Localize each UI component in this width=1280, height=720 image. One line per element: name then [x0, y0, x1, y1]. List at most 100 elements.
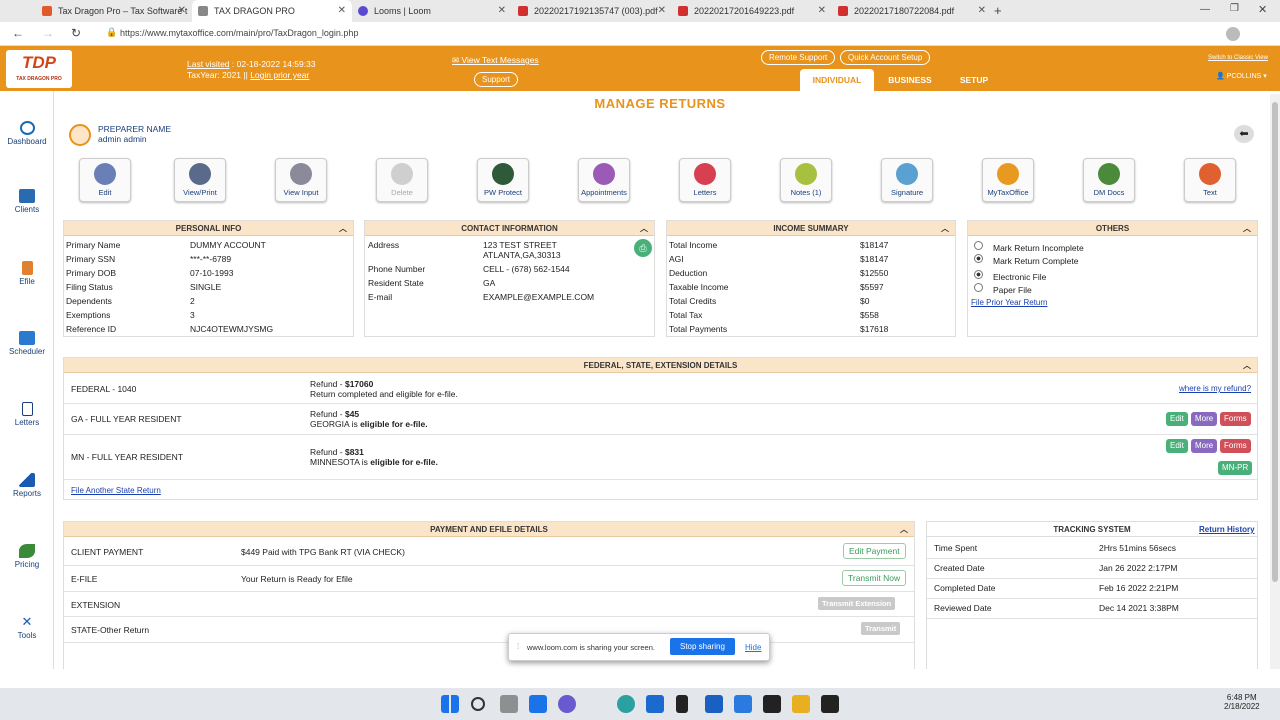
last-visited-label[interactable]: Last visited	[187, 59, 230, 69]
new-tab-icon[interactable]: +	[994, 3, 1002, 18]
browser-tab[interactable]: 20220217192135747 (003).pdf ✕	[512, 0, 672, 22]
clock[interactable]: 6:48 PM 2/18/2022	[1224, 693, 1260, 711]
income-field-label: AGI	[669, 254, 684, 264]
quick-account-setup-button[interactable]: Quick Account Setup	[840, 50, 931, 65]
drag-handle-icon[interactable]: ⁞	[517, 642, 519, 651]
nav-scheduler[interactable]: Scheduler	[0, 331, 54, 356]
dropbox-icon[interactable]	[734, 695, 752, 713]
profile-avatar[interactable]	[1226, 27, 1240, 41]
collapse-icon[interactable]: ︿	[941, 221, 949, 236]
scrollbar-thumb[interactable]	[1272, 102, 1278, 582]
remote-support-button[interactable]: Remote Support	[761, 50, 836, 65]
close-window-icon[interactable]: ✕	[1258, 3, 1267, 16]
transmit-now-button[interactable]: Transmit Now	[842, 570, 907, 586]
tdp-logo[interactable]: TDP TAX DRAGON PRO	[6, 50, 72, 88]
classic-view-link[interactable]: Switch to Classic View	[1208, 55, 1268, 61]
collapse-icon[interactable]: ︿	[339, 221, 347, 236]
widgets-icon[interactable]	[529, 695, 547, 713]
app-icon[interactable]	[821, 695, 839, 713]
nav-pricing[interactable]: Pricing	[0, 544, 54, 569]
refresh-icon[interactable]: ↻	[71, 26, 81, 40]
transmit-button[interactable]: Transmit	[861, 622, 901, 635]
toolbar-button-edit[interactable]: Edit	[79, 158, 131, 202]
ga-more-button[interactable]: More	[1191, 412, 1218, 426]
tab-business[interactable]: BUSINESS	[880, 69, 940, 91]
nav-tools[interactable]: ✕ Tools	[0, 615, 54, 641]
nav-efile[interactable]: Efile	[0, 261, 54, 286]
nav-clients[interactable]: Clients	[0, 189, 54, 214]
collapse-icon[interactable]: ︿	[640, 221, 648, 236]
toolbar-button-appointments[interactable]: Appointments	[578, 158, 630, 202]
incomplete-radio[interactable]	[974, 241, 983, 250]
folder-icon[interactable]	[792, 695, 810, 713]
close-icon[interactable]: ✕	[658, 5, 666, 16]
close-icon[interactable]: ✕	[498, 5, 506, 16]
browser-tab[interactable]: 20220217201649223.pdf ✕	[672, 0, 832, 22]
close-icon[interactable]: ✕	[978, 5, 986, 16]
stop-sharing-button[interactable]: Stop sharing	[670, 638, 735, 655]
browser-tab-active[interactable]: TAX DRAGON PRO ✕	[192, 0, 352, 22]
toolbar-button-notes-1[interactable]: Notes (1)	[780, 158, 832, 202]
tab-setup[interactable]: SETUP	[950, 69, 998, 91]
ga-edit-button[interactable]: Edit	[1166, 412, 1188, 426]
maximize-icon[interactable]: ❐	[1230, 3, 1239, 14]
edit-payment-button[interactable]: Edit Payment	[843, 543, 906, 559]
toolbar-button-text[interactable]: Text	[1184, 158, 1236, 202]
view-text-messages-link[interactable]: ✉ View Text Messages	[452, 55, 539, 66]
mn-forms-button[interactable]: Forms	[1220, 439, 1251, 453]
mn-pr-button[interactable]: MN-PR	[1218, 461, 1253, 475]
browser-tab[interactable]: Tax Dragon Pro – Tax Software t ✕	[36, 0, 192, 22]
chat-icon[interactable]	[558, 695, 576, 713]
mn-more-button[interactable]: More	[1191, 439, 1218, 453]
transmit-extension-button[interactable]: Transmit Extension	[818, 597, 896, 610]
task-view-icon[interactable]	[500, 695, 518, 713]
complete-radio[interactable]	[974, 254, 983, 263]
close-icon[interactable]: ✕	[178, 5, 186, 16]
where-is-my-refund-link[interactable]: where is my refund?	[1179, 384, 1251, 393]
nav-reports[interactable]: Reports	[0, 473, 54, 498]
edge-icon[interactable]	[617, 695, 635, 713]
print-icon[interactable]: ⎙	[634, 239, 652, 257]
nav-dashboard[interactable]: Dashboard	[0, 121, 54, 146]
toolbar-button-signature[interactable]: Signature	[881, 158, 933, 202]
mn-edit-button[interactable]: Edit	[1166, 439, 1188, 453]
search-icon[interactable]	[471, 697, 485, 711]
return-history-link[interactable]: Return History	[1199, 525, 1255, 534]
outlook-icon[interactable]	[705, 695, 723, 713]
nav-letters[interactable]: Letters	[0, 402, 54, 427]
paperfile-radio[interactable]	[974, 283, 983, 292]
ga-forms-button[interactable]: Forms	[1220, 412, 1251, 426]
app-icon[interactable]	[676, 695, 688, 713]
file-prior-year-link[interactable]: File Prior Year Return	[971, 298, 1047, 307]
collapse-icon[interactable]: ︿	[1243, 221, 1251, 236]
toolbar-button-pw-protect[interactable]: PW Protect	[477, 158, 529, 202]
mail-icon[interactable]	[646, 695, 664, 713]
user-menu[interactable]: 👤 PCOLLINS ▾	[1216, 72, 1267, 80]
browser-tab[interactable]: Looms | Loom ✕	[352, 0, 512, 22]
back-arrow-icon[interactable]: ⬅	[1234, 125, 1254, 143]
collapse-icon[interactable]: ︿	[900, 522, 908, 537]
close-icon[interactable]: ✕	[818, 5, 826, 16]
hide-button[interactable]: Hide	[745, 643, 761, 652]
toolbar-button-view-print[interactable]: View/Print	[174, 158, 226, 202]
page-scrollbar[interactable]	[1270, 94, 1280, 669]
amazon-icon[interactable]	[763, 695, 781, 713]
efile-radio[interactable]	[974, 270, 983, 279]
back-icon[interactable]: ←	[12, 26, 24, 40]
minimize-icon[interactable]: —	[1200, 4, 1210, 15]
forward-icon[interactable]: →	[42, 26, 54, 40]
support-button[interactable]: Support	[474, 72, 519, 87]
toolbar-button-view-input[interactable]: View Input	[275, 158, 327, 202]
login-prior-year-link[interactable]: Login prior year	[250, 70, 309, 80]
toolbar-button-delete[interactable]: Delete	[376, 158, 428, 202]
close-icon[interactable]: ✕	[338, 5, 346, 16]
toolbar-button-dm-docs[interactable]: DM Docs	[1083, 158, 1135, 202]
toolbar-button-mytaxoffice[interactable]: MyTaxOffice	[982, 158, 1034, 202]
tab-individual[interactable]: INDIVIDUAL	[800, 69, 874, 91]
collapse-icon[interactable]: ︿	[1243, 358, 1251, 373]
url-input[interactable]: https://www.mytaxoffice.com/main/pro/Tax…	[120, 28, 358, 38]
start-icon[interactable]	[441, 695, 459, 713]
browser-tab[interactable]: 20220217180722084.pdf ✕	[832, 0, 992, 22]
toolbar-button-letters[interactable]: Letters	[679, 158, 731, 202]
file-another-state-link[interactable]: File Another State Return	[71, 486, 161, 495]
